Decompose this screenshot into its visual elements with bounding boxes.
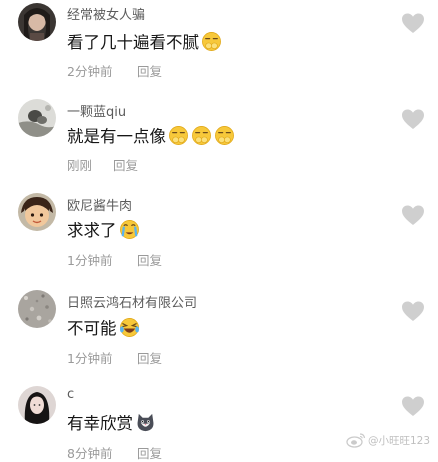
comment-content: 就是有一点像 xyxy=(67,123,235,147)
reply-button[interactable]: 回复 xyxy=(137,61,162,80)
like-heart-icon[interactable] xyxy=(401,204,425,226)
comment-text: 求求了 xyxy=(67,221,117,240)
comment-content: 有幸欣赏 xyxy=(67,410,156,434)
cat-face-emoji xyxy=(135,412,156,433)
reply-button[interactable]: 回复 xyxy=(137,348,162,367)
watermark: @小旺旺123 xyxy=(346,432,430,448)
watermark-text: @小旺旺123 xyxy=(368,434,431,447)
comment-text: 有幸欣赏 xyxy=(67,414,133,433)
reply-button[interactable]: 回复 xyxy=(137,443,162,462)
like-heart-icon[interactable] xyxy=(401,395,425,417)
comment-username[interactable]: 经常被女人骗 xyxy=(67,4,145,23)
comment-content: 求求了 xyxy=(67,217,140,241)
reply-button[interactable]: 回复 xyxy=(113,155,138,174)
avatar[interactable] xyxy=(18,386,56,424)
like-heart-icon[interactable] xyxy=(401,300,425,322)
sneaky-hands-face-emoji xyxy=(168,125,189,146)
comment-username[interactable]: 欧尼酱牛肉 xyxy=(67,195,132,214)
sneaky-hands-face-emoji xyxy=(191,125,212,146)
reply-button[interactable]: 回复 xyxy=(137,250,162,269)
comment-text: 不可能 xyxy=(67,319,117,338)
avatar[interactable] xyxy=(18,290,56,328)
avatar[interactable] xyxy=(18,3,56,41)
like-heart-icon[interactable] xyxy=(401,12,425,34)
comment-time: 1分钟前 xyxy=(67,253,113,268)
comment-time: 8分钟前 xyxy=(67,446,113,461)
sneaky-hands-face-emoji xyxy=(201,31,222,52)
comment-time: 刚刚 xyxy=(67,158,93,173)
like-heart-icon[interactable] xyxy=(401,108,425,130)
comment-text: 看了几十遍看不腻 xyxy=(67,33,199,52)
laugh-cry-face-emoji xyxy=(119,317,140,338)
comment-content: 不可能 xyxy=(67,315,140,339)
comment-username[interactable]: 日照云鸿石材有限公司 xyxy=(67,292,197,311)
comment-time: 2分钟前 xyxy=(67,64,113,79)
sneaky-hands-face-emoji xyxy=(214,125,235,146)
comment-content: 看了几十遍看不腻 xyxy=(67,29,222,53)
comment-text: 就是有一点像 xyxy=(67,127,166,146)
comment-username[interactable]: 一颗蓝qiu xyxy=(67,101,126,120)
comment-username[interactable]: c xyxy=(67,387,74,402)
comment-time: 1分钟前 xyxy=(67,351,113,366)
crying-face-emoji xyxy=(119,219,140,240)
avatar[interactable] xyxy=(18,193,56,231)
avatar[interactable] xyxy=(18,99,56,137)
weibo-icon xyxy=(346,432,366,448)
